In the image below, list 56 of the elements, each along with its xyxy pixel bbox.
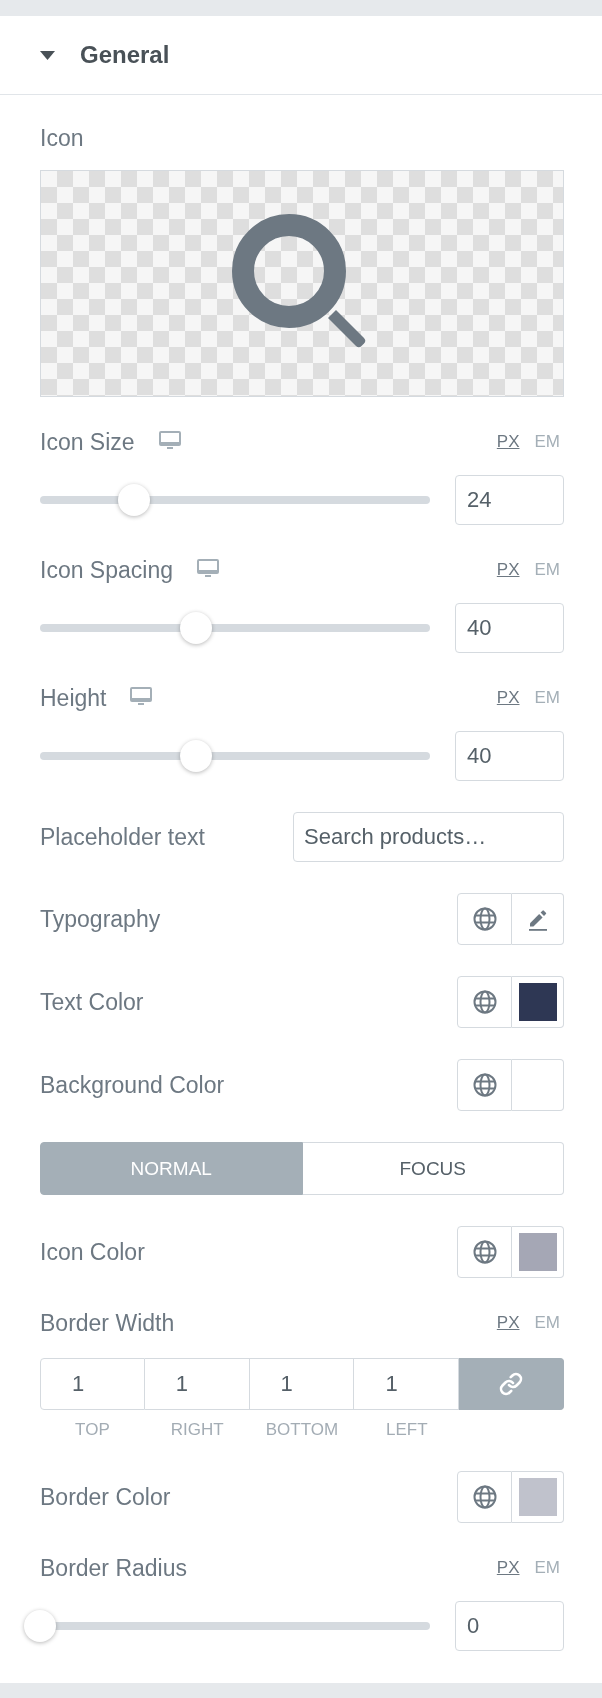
number-input[interactable]: 24 bbox=[455, 475, 564, 525]
monitor-icon[interactable] bbox=[197, 559, 219, 577]
dimension-caption: TOP bbox=[75, 1420, 110, 1440]
dimension-caption: LEFT bbox=[386, 1420, 428, 1440]
dimension-caption: BOTTOM bbox=[265, 1420, 339, 1440]
slider-thumb[interactable] bbox=[117, 484, 150, 516]
unit-option[interactable]: PX bbox=[496, 432, 520, 452]
number-input[interactable]: 40 bbox=[455, 603, 564, 653]
global-button[interactable] bbox=[457, 1059, 512, 1111]
edit-button[interactable] bbox=[512, 893, 564, 945]
number-input[interactable]: 0 bbox=[455, 1601, 564, 1651]
dimension-input[interactable]: 1 bbox=[40, 1358, 145, 1410]
global-button[interactable] bbox=[457, 893, 512, 945]
control-label: Typography bbox=[40, 905, 161, 933]
monitor-icon[interactable] bbox=[158, 431, 181, 449]
link-values-button[interactable] bbox=[459, 1358, 564, 1410]
global-button[interactable] bbox=[457, 1471, 512, 1523]
globe-icon bbox=[472, 990, 497, 1014]
control-label: Border Color bbox=[40, 1483, 171, 1511]
color-picker-button[interactable] bbox=[512, 1471, 564, 1523]
monitor-icon[interactable] bbox=[130, 687, 153, 705]
control-label: Placeholder text bbox=[40, 823, 205, 851]
dimension-input[interactable]: 1 bbox=[144, 1358, 250, 1410]
link-icon bbox=[499, 1372, 524, 1396]
global-button[interactable] bbox=[457, 976, 512, 1028]
text-input[interactable]: Search products… bbox=[293, 812, 564, 862]
globe-icon bbox=[472, 1485, 497, 1509]
globe-icon bbox=[472, 1073, 497, 1097]
control-label: Background Color bbox=[40, 1071, 225, 1099]
control-label: Text Color bbox=[40, 988, 144, 1016]
unit-option[interactable]: PX bbox=[496, 1313, 520, 1333]
dimension-input[interactable]: 1 bbox=[354, 1358, 460, 1410]
number-input[interactable]: 40 bbox=[455, 731, 564, 781]
slider-thumb[interactable] bbox=[180, 612, 212, 644]
unit-option[interactable]: PX bbox=[496, 560, 520, 580]
slider-thumb[interactable] bbox=[24, 1610, 56, 1642]
control-label: Border Width bbox=[40, 1309, 175, 1337]
control-label: Icon Size bbox=[40, 428, 135, 456]
unit-option[interactable]: PX bbox=[496, 688, 520, 708]
control-label: Height bbox=[40, 684, 107, 712]
unit-option[interactable]: PX bbox=[496, 1558, 520, 1578]
globe-icon bbox=[472, 907, 497, 931]
color-picker-button[interactable] bbox=[512, 976, 564, 1028]
color-picker-button[interactable] bbox=[512, 1226, 564, 1278]
color-picker-button[interactable] bbox=[512, 1059, 564, 1111]
dimension-caption: RIGHT bbox=[170, 1420, 224, 1440]
control-label: Icon Spacing bbox=[40, 556, 173, 584]
control-label: Icon bbox=[40, 124, 84, 152]
control-label: Icon Color bbox=[40, 1238, 145, 1266]
control-label: Border Radius bbox=[40, 1554, 188, 1582]
global-button[interactable] bbox=[457, 1226, 512, 1278]
dimension-input[interactable]: 1 bbox=[249, 1358, 355, 1410]
state-tab[interactable]: FOCUS bbox=[302, 1142, 564, 1195]
globe-icon bbox=[472, 1240, 497, 1264]
icon-preview[interactable] bbox=[40, 170, 564, 397]
slider-thumb[interactable] bbox=[180, 740, 212, 772]
